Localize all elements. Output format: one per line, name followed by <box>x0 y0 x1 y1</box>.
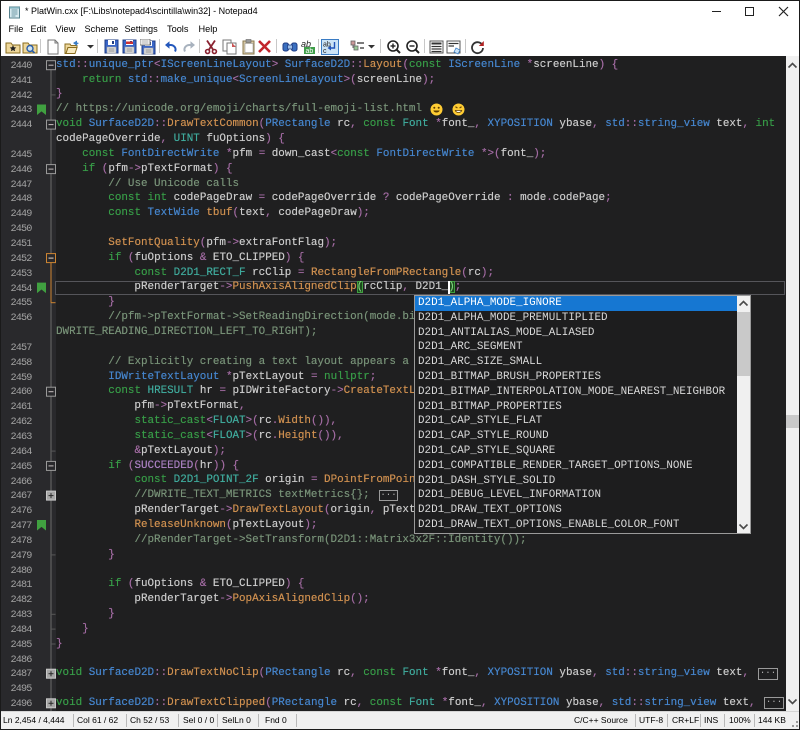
svg-text:ab: ab <box>305 48 313 55</box>
svg-text:c: c <box>323 48 327 55</box>
